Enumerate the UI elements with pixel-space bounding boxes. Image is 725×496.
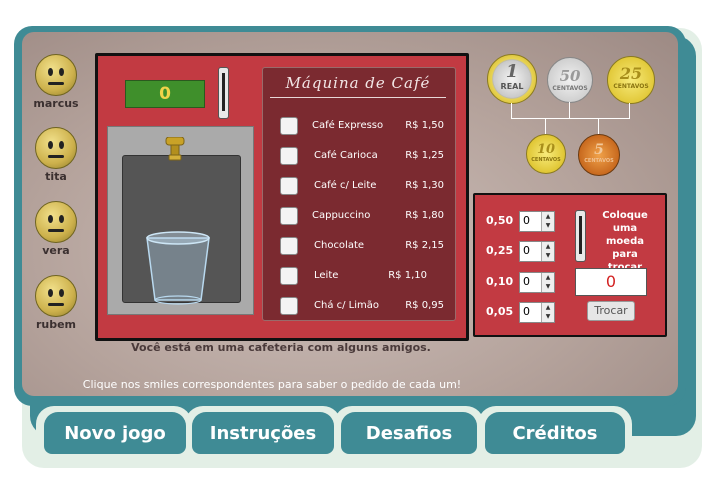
coin-1-real[interactable]: 1 REAL (487, 54, 537, 104)
checkbox[interactable] (280, 297, 298, 315)
tab-desafios[interactable]: Desafios (341, 412, 477, 454)
coin-unit: CENTAVOS (613, 83, 649, 90)
coin-25-centavos[interactable]: 25 CENTAVOS (607, 56, 655, 104)
tab-instrucoes[interactable]: Instruções (192, 412, 334, 454)
menu-item-cha-limao[interactable]: Chá c/ Limão R$ 0,95 (280, 297, 450, 317)
checkbox[interactable] (280, 117, 298, 135)
change-denomination: 0,10 (486, 275, 514, 288)
coin-unit: CENTAVOS (531, 157, 561, 163)
friend-name: tita (45, 170, 67, 183)
drink-name: Chá c/ Limão (314, 300, 380, 311)
connector-line (511, 103, 512, 119)
checkbox[interactable] (280, 147, 298, 165)
change-coin-slot[interactable] (575, 210, 586, 262)
friend-tita[interactable]: tita (30, 127, 82, 183)
stepper-arrows-icon[interactable]: ▲ ▼ (541, 212, 554, 231)
drink-price: R$ 0,95 (405, 300, 444, 311)
coin-unit: REAL (500, 82, 524, 91)
coin-unit: CENTAVOS (552, 85, 588, 92)
stepper-arrows-icon[interactable]: ▲ ▼ (541, 242, 554, 261)
smiley-icon (35, 201, 77, 243)
menu-divider (270, 97, 446, 98)
drink-name: Café Carioca (314, 150, 378, 161)
stepper-arrows-icon[interactable]: ▲ ▼ (541, 273, 554, 292)
friend-vera[interactable]: vera (30, 201, 82, 257)
menu-item-cappuccino[interactable]: Cappuccino R$ 1,80 (280, 207, 450, 227)
instruction-line: uma (612, 223, 638, 234)
cup-icon (146, 231, 210, 305)
drink-name: Leite (314, 270, 339, 281)
menu-title: Máquina de Café (285, 74, 431, 92)
connector-line (569, 102, 570, 119)
connector-line (598, 118, 599, 134)
drink-name: Chocolate (314, 240, 365, 251)
smiley-icon (35, 54, 77, 96)
friend-name: rubem (35, 318, 77, 331)
smiley-icon (35, 127, 77, 169)
stepper-arrows-icon[interactable]: ▲ ▼ (541, 303, 554, 322)
menu-item-cafe-expresso[interactable]: Café Expresso R$ 1,50 (280, 117, 450, 137)
stepper-value: 0 (523, 275, 530, 288)
checkbox[interactable] (280, 177, 298, 195)
change-denomination: 0,50 (486, 214, 514, 227)
connector-line (545, 118, 546, 134)
drink-price: R$ 1,30 (405, 180, 444, 191)
checkbox[interactable] (280, 207, 298, 225)
quantity-stepper[interactable]: 0 ▲ ▼ (519, 211, 555, 232)
change-denomination: 0,25 (486, 244, 514, 257)
quantity-stepper[interactable]: 0 ▲ ▼ (519, 272, 555, 293)
change-value-display: 0 (575, 268, 647, 296)
stepper-value: 0 (523, 244, 530, 257)
drink-price: R$ 1,50 (405, 120, 444, 131)
scene-caption: Você está em uma cafeteria com alguns am… (131, 341, 431, 354)
friend-marcus[interactable]: marcus (30, 54, 82, 110)
coin-value: 5 (594, 142, 604, 158)
menu-item-cafe-carioca[interactable]: Café Carioca R$ 1,25 (280, 147, 450, 167)
instruction-line: moeda (606, 236, 644, 247)
menu-item-chocolate[interactable]: Chocolate R$ 2,15 (280, 237, 450, 257)
coin-value: 10 (536, 142, 556, 157)
menu-item-leite[interactable]: Leite R$ 1,10 (280, 267, 450, 287)
coin-value: 50 (559, 67, 581, 85)
nozzle-icon (165, 137, 185, 161)
friend-rubem[interactable]: rubem (30, 275, 82, 331)
tab-creditos[interactable]: Créditos (485, 412, 625, 454)
drink-price: R$ 1,10 (388, 270, 427, 281)
change-denomination: 0,05 (486, 305, 514, 318)
change-instruction: Coloque uma moeda para trocar (594, 209, 656, 274)
drink-name: Café c/ Leite (314, 180, 377, 191)
smiley-icon (35, 275, 77, 317)
coin-50-centavos[interactable]: 50 CENTAVOS (547, 57, 593, 103)
drink-price: R$ 1,80 (405, 210, 444, 221)
coin-slot[interactable] (218, 67, 229, 119)
hint-text: Clique nos smiles correspondentes para s… (82, 378, 462, 391)
coin-value: 25 (619, 64, 643, 83)
drink-name: Café Expresso (312, 120, 384, 131)
stepper-value: 0 (523, 214, 530, 227)
checkbox[interactable] (280, 267, 298, 285)
friend-name: marcus (33, 97, 79, 110)
tab-novo-jogo[interactable]: Novo jogo (44, 412, 186, 454)
checkbox[interactable] (280, 237, 298, 255)
trocar-button[interactable]: Trocar (587, 301, 635, 321)
drink-price: R$ 2,15 (405, 240, 444, 251)
quantity-stepper[interactable]: 0 ▲ ▼ (519, 241, 555, 262)
coin-5-centavos[interactable]: 5 CENTAVOS (578, 134, 620, 176)
drink-price: R$ 1,25 (405, 150, 444, 161)
stepper-value: 0 (523, 305, 530, 318)
inserted-amount-display: 0 (125, 80, 205, 108)
instruction-line: Coloque (602, 210, 648, 221)
menu-item-cafe-leite[interactable]: Café c/ Leite R$ 1,30 (280, 177, 450, 197)
friend-name: vera (42, 244, 70, 257)
drink-name: Cappuccino (312, 210, 371, 221)
quantity-stepper[interactable]: 0 ▲ ▼ (519, 302, 555, 323)
coin-unit: CENTAVOS (584, 158, 614, 164)
connector-line (629, 103, 630, 119)
coin-value: 1 (505, 61, 519, 82)
connector-line (511, 118, 630, 119)
coin-10-centavos[interactable]: 10 CENTAVOS (526, 134, 566, 174)
